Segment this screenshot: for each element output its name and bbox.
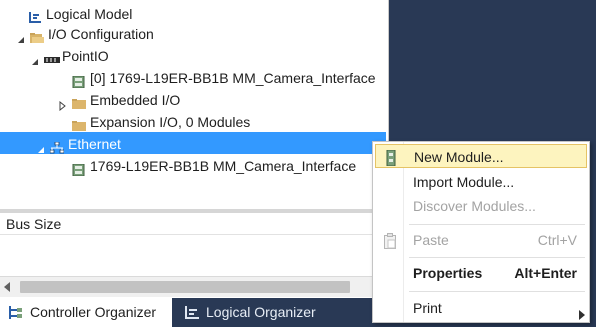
submenu-arrow-icon (579, 303, 585, 327)
tree-item-label: Expansion I/O, 0 Modules (90, 114, 251, 131)
tab-logical-organizer[interactable]: Logical Organizer (176, 298, 324, 327)
menu-item-paste[interactable]: Paste Ctrl+V (373, 228, 589, 252)
bus-size-label: Bus Size (6, 216, 62, 232)
tree-item-ethernet[interactable]: Ethernet (0, 132, 386, 154)
menu-item-label: New Module... (414, 149, 504, 165)
tree-item-label: PointIO (62, 48, 109, 65)
folder-icon (72, 94, 86, 110)
context-menu: New Module... Import Module... Discover … (372, 141, 590, 323)
tree-item-ethernet-module[interactable]: 1769-L19ER-BB1B MM_Camera_Interface (72, 154, 357, 177)
controller-module-icon (72, 160, 86, 177)
tree-item-pointio[interactable]: PointIO (30, 44, 109, 66)
tree-item-embedded-io[interactable]: Embedded I/O (58, 88, 181, 112)
menu-item-import-module[interactable]: Import Module... (373, 170, 589, 194)
tree-item-io-configuration[interactable]: I/O Configuration (16, 22, 154, 44)
controller-organizer-icon (9, 306, 22, 320)
menu-separator (409, 257, 585, 258)
menu-item-label: Properties (413, 265, 483, 281)
tab-controller-organizer[interactable]: Controller Organizer (0, 298, 172, 327)
menu-separator (409, 224, 585, 225)
tab-label: Logical Organizer (206, 304, 316, 320)
tree-item-label: I/O Configuration (48, 26, 154, 43)
collapse-arrow-icon[interactable] (30, 51, 40, 66)
menu-item-properties[interactable]: Properties Alt+Enter (373, 261, 589, 285)
menu-item-shortcut: Alt+Enter (514, 265, 577, 281)
tree-item-label: Embedded I/O (90, 92, 181, 109)
tree-item-label: Ethernet (68, 136, 121, 153)
menu-item-shortcut: Ctrl+V (537, 232, 577, 248)
scroll-left-arrow-icon[interactable] (4, 282, 10, 292)
logical-model-icon (28, 8, 42, 24)
menu-separator (409, 291, 585, 292)
collapse-arrow-icon[interactable] (36, 139, 46, 154)
folder-icon (72, 116, 86, 132)
expand-arrow-icon[interactable] (58, 95, 68, 112)
menu-item-discover-modules[interactable]: Discover Modules... (373, 194, 589, 218)
tree-item-label: [0] 1769-L19ER-BB1B MM_Camera_Interface (90, 70, 376, 87)
horizontal-scrollbar[interactable] (0, 276, 388, 297)
paste-icon (384, 232, 396, 256)
scrollbar-thumb[interactable] (20, 281, 350, 293)
network-icon (49, 138, 65, 154)
controller-module-icon (72, 72, 86, 89)
tree-item-label: 1769-L19ER-BB1B MM_Camera_Interface (90, 158, 357, 175)
properties-header: Bus Size (0, 213, 386, 235)
controller-organizer-panel: Logical Model I/O Configuration PointIO … (0, 0, 389, 298)
menu-item-label: Discover Modules... (413, 198, 536, 214)
menu-item-print[interactable]: Print (373, 296, 589, 320)
tree-item-expansion-io[interactable]: Expansion I/O, 0 Modules (72, 110, 250, 132)
collapse-arrow-icon[interactable] (16, 29, 26, 44)
backplane-icon (44, 50, 60, 64)
menu-item-new-module[interactable]: New Module... (375, 144, 587, 168)
menu-item-label: Import Module... (413, 174, 515, 190)
tree-item-controller-module[interactable]: [0] 1769-L19ER-BB1B MM_Camera_Interface (72, 66, 376, 89)
menu-item-label: Print (413, 300, 442, 316)
menu-item-label: Paste (413, 232, 449, 248)
tree-item-logical-model[interactable]: Logical Model (28, 2, 132, 24)
logical-organizer-icon (185, 306, 199, 320)
folder-open-icon (30, 28, 44, 44)
tab-label: Controller Organizer (30, 304, 157, 320)
